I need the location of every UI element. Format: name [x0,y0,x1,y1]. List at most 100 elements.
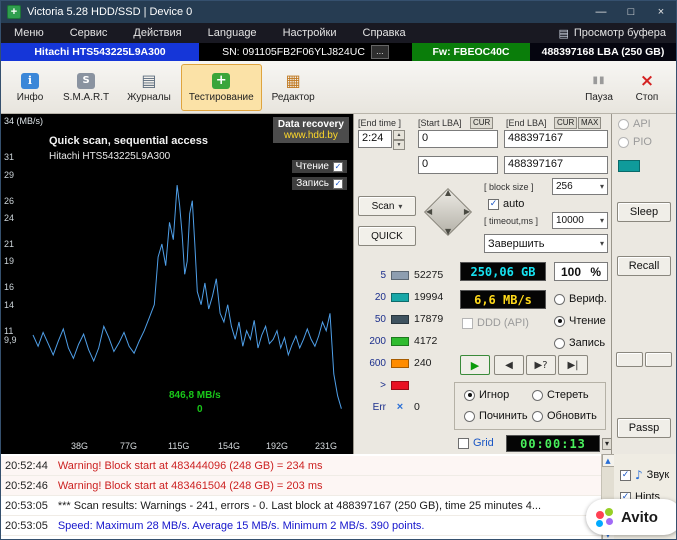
timeout-select[interactable]: 10000 ▾ [552,212,608,229]
elapsed-timer-display: 00:00:13 [506,435,600,452]
radio-dot [532,389,543,401]
passport-button[interactable]: Passp [617,418,671,438]
sleep-button[interactable]: Sleep [617,202,671,222]
grid-checkbox-box[interactable] [458,437,469,449]
sound-checkbox[interactable]: ✓ ♪ Звук [620,468,672,482]
stop-button[interactable]: × Стоп [624,64,670,111]
end-time-field[interactable]: 2:24 [358,130,392,148]
action-repair-label: Починить [479,410,528,422]
api-radio[interactable]: API [618,118,651,130]
end-lba-field[interactable]: 488397167 [504,130,608,148]
menu-item-menu[interactable]: Меню [1,27,57,39]
block-size-select[interactable]: 256 ▾ [552,178,608,195]
y-axis-tick: 16 [4,282,15,292]
smart-icon: S [77,72,96,89]
auto-checkbox[interactable]: ✓ auto [488,198,524,210]
finish-action-select[interactable]: Завершить ▾ [484,234,608,253]
serial-more-button[interactable]: ... [370,45,389,59]
grid-checkbox[interactable]: Grid [458,437,494,449]
end-time-spinner[interactable]: ▲ ▼ [393,130,405,150]
device-model: Hitachi HTS543225L9A300 [1,43,199,61]
maximize-button[interactable]: □ [616,1,646,23]
end-lba-max-button[interactable]: MAX [578,117,602,129]
latency-row: 20 19994 [360,286,456,308]
speed-line [32,185,342,409]
progress-percent-value: 100 [561,264,582,279]
scan-dropdown-button[interactable]: Scan ▾ [358,196,416,216]
ddd-api-checkbox[interactable]: DDD (API) [462,317,529,329]
close-button[interactable]: × [646,1,676,23]
nav-left-icon[interactable]: ◀ [426,207,432,216]
legend-write-toggle[interactable]: Запись ✓ [292,177,347,190]
aux-button-1[interactable] [616,352,643,367]
current-lba-field[interactable]: 0 [418,156,498,174]
spinner-up-icon[interactable]: ▲ [393,130,405,140]
log-row: 20:52:46 Warning! Block start at 4834615… [1,476,601,496]
jump-to-defect-button[interactable]: ▶? [526,355,556,375]
mode-read-radio[interactable]: Чтение [554,315,606,327]
rewind-button[interactable]: ◀ [494,355,524,375]
graph-subtitle: Hitachi HTS543225L9A300 [49,151,171,162]
auto-checkbox-box[interactable]: ✓ [488,198,499,210]
log-text: Warning! Block start at 483444096 (248 G… [57,459,323,472]
nav-down-icon[interactable]: ▼ [445,227,451,236]
y-axis-tick: 14 [4,300,15,310]
logs-button[interactable]: ▤ Журналы [119,64,179,111]
sound-checkbox-box[interactable]: ✓ [620,469,631,481]
skip-button[interactable]: ▶| [558,355,588,375]
nav-up-icon[interactable]: ▲ [445,188,451,197]
info-button[interactable]: i Инфо [7,64,53,111]
log-time: 20:52:44 [5,459,48,472]
mode-write-radio[interactable]: Запись [554,337,605,349]
pause-label: Пауза [585,92,613,103]
navigation-pad[interactable]: ▲ ▼ ◀ ▶ [422,186,474,238]
mode-read-label: Чтение [569,315,606,327]
latency-count: 240 [414,357,432,369]
legend-read-toggle[interactable]: Чтение ✓ [291,160,347,173]
spinner-down-icon[interactable]: ▼ [393,140,405,150]
y-axis-tick: 24 [4,213,15,223]
buffer-view-label: Просмотр буфера [573,27,666,39]
device-side-panel: API PIO Sleep Recall Passp [611,114,676,454]
minimize-button[interactable]: — [586,1,616,23]
action-erase-radio[interactable]: Стереть [532,389,589,401]
end-lba-cur-button[interactable]: CUR [554,117,578,129]
legend-read-label: Чтение [295,161,329,172]
action-ignore-radio[interactable]: Игнор [464,389,509,401]
remaining-lba-field[interactable]: 488397167 [504,156,608,174]
recall-button[interactable]: Recall [617,256,671,276]
info-label: Инфо [16,92,44,103]
testing-button[interactable]: + Тестирование [180,63,262,111]
menu-item-settings[interactable]: Настройки [270,27,350,39]
menu-item-language[interactable]: Language [195,27,270,39]
legend-write-checkbox[interactable]: ✓ [333,178,343,189]
start-test-button[interactable]: ▶ [460,355,490,375]
start-lba-field[interactable]: 0 [418,130,498,148]
pio-radio[interactable]: PIO [618,136,652,148]
nav-right-icon[interactable]: ▶ [464,207,470,216]
start-lba-cur-button[interactable]: CUR [470,117,494,129]
buffer-view-toggle[interactable]: ▤ Просмотр буфера [558,27,676,40]
mode-verify-radio[interactable]: Вериф. [554,293,607,305]
menu-item-actions[interactable]: Действия [120,27,194,39]
error-label: Err [372,401,386,413]
smart-button[interactable]: S S.M.A.R.T [55,64,117,111]
latency-threshold: 20 [374,291,386,303]
action-repair-radio[interactable]: Починить [464,410,528,422]
pause-button[interactable]: ▮▮ Пауза [576,64,622,111]
aux-button-2[interactable] [645,352,672,367]
device-capacity: 488397168 LBA (250 GB) [530,43,676,61]
smart-label: S.M.A.R.T [63,92,110,103]
scroll-up-button[interactable]: ▲ [601,454,615,467]
menu-item-help[interactable]: Справка [350,27,419,39]
legend-read-checkbox[interactable]: ✓ [333,161,343,172]
error-row: Err × 0 [360,396,456,418]
log-text: Speed: Maximum 28 MB/s. Average 15 MB/s.… [57,519,425,532]
editor-button[interactable]: ▦ Редактор [264,64,323,111]
sound-icon: ♪ [635,468,643,482]
menu-item-service[interactable]: Сервис [57,27,121,39]
start-lba-label: [Start LBA] [418,118,462,128]
ddd-api-checkbox-box[interactable] [462,317,473,329]
action-refresh-radio[interactable]: Обновить [532,410,597,422]
quick-button[interactable]: QUICK [358,226,416,246]
